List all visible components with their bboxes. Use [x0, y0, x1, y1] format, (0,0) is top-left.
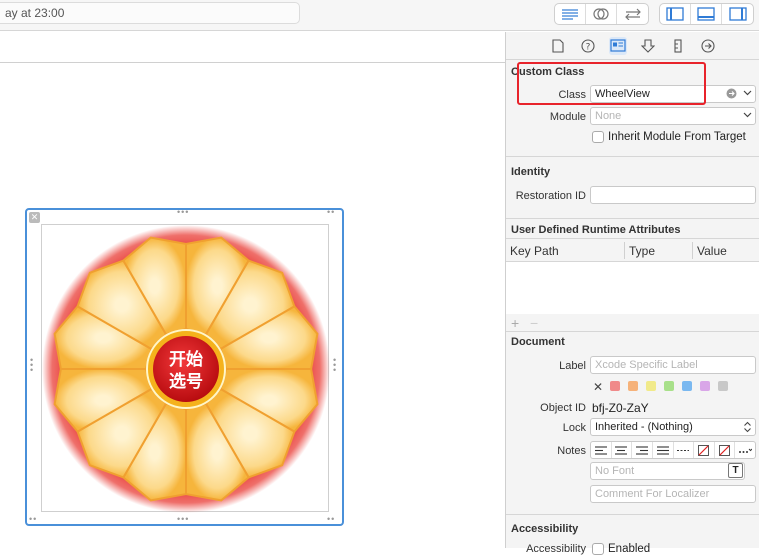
doc-label-field[interactable]: Xcode Specific Label	[590, 356, 756, 374]
doc-label-placeholder: Xcode Specific Label	[595, 359, 698, 371]
lock-value: Inherited - (Nothing)	[595, 421, 693, 433]
notes-format-bar	[590, 441, 756, 459]
editor-mode-control	[554, 3, 649, 25]
section-divider	[506, 331, 759, 332]
lock-label: Lock	[562, 422, 586, 434]
inherit-module-checkbox[interactable]	[592, 131, 604, 143]
accessibility-enabled-label: Enabled	[608, 543, 651, 555]
help-icon[interactable]: ?	[579, 37, 597, 55]
selected-view-frame[interactable]: ✕ ••• ••• •• •• •• • • • • • • 开始 选号	[25, 207, 344, 526]
navigator-toggle-icon[interactable]	[660, 4, 691, 24]
comment-field[interactable]: Comment For Localizer	[590, 485, 756, 503]
align-justify-icon[interactable]	[653, 442, 674, 458]
column-key-path[interactable]: Key Path	[510, 244, 559, 258]
accessibility-label: Accessibility	[526, 543, 586, 555]
notes-label: Notes	[557, 445, 586, 457]
runtime-attributes-title: User Defined Runtime Attributes	[511, 224, 681, 236]
resize-handle-top[interactable]: •••	[177, 207, 189, 217]
accessibility-enabled-checkbox[interactable]	[592, 543, 604, 555]
restoration-id-label: Restoration ID	[515, 190, 586, 202]
view-toggle-control	[659, 3, 754, 25]
version-editor-icon[interactable]	[617, 4, 648, 24]
resize-handle-right[interactable]: • • •	[333, 356, 337, 375]
canvas-divider	[0, 62, 505, 63]
debug-area-toggle-icon[interactable]	[691, 4, 722, 24]
utilities-toggle-icon[interactable]	[722, 4, 753, 24]
inherit-module-label: Inherit Module From Target	[608, 131, 746, 143]
color-label-swatch[interactable]	[628, 381, 638, 391]
connections-icon[interactable]	[699, 37, 717, 55]
wheel-image: 开始 选号	[42, 225, 330, 513]
column-type[interactable]: Type	[629, 244, 655, 258]
start-button-label-2: 选号	[169, 372, 203, 392]
more-options-icon[interactable]	[735, 442, 755, 458]
close-icon[interactable]: ✕	[29, 212, 40, 223]
document-title: Document	[511, 336, 565, 348]
color-label-swatch[interactable]	[646, 381, 656, 391]
runtime-attributes-table[interactable]	[506, 262, 759, 314]
identity-inspector: ? Custom Class Class WheelView Module No…	[505, 32, 759, 555]
resize-handle-top-right[interactable]: ••	[327, 207, 335, 217]
status-text: ay at 23:00	[5, 6, 65, 20]
module-label: Module	[549, 111, 586, 123]
resize-handle-bottom-right[interactable]: ••	[327, 514, 335, 524]
color-label-swatch[interactable]	[718, 381, 728, 391]
add-attribute-button[interactable]: +	[511, 315, 519, 331]
file-icon[interactable]	[549, 37, 567, 55]
object-id-value: bfj-Z0-ZaY	[592, 401, 649, 415]
assistant-editor-icon[interactable]	[586, 4, 617, 24]
resize-handle-left[interactable]: • • •	[30, 356, 34, 375]
comment-placeholder: Comment For Localizer	[595, 488, 710, 500]
column-value[interactable]: Value	[697, 244, 727, 258]
section-divider	[506, 218, 759, 219]
color-label-swatch[interactable]	[682, 381, 692, 391]
activity-status-field: ay at 23:00	[0, 2, 300, 24]
restoration-id-field[interactable]	[590, 186, 756, 204]
identity-title: Identity	[511, 166, 551, 178]
lock-select[interactable]: Inherited - (Nothing)	[590, 418, 756, 436]
column-separator	[692, 242, 693, 259]
chevron-down-icon[interactable]	[743, 88, 752, 99]
annotation-highlight-box	[517, 62, 706, 105]
remove-attribute-button[interactable]: −	[530, 315, 538, 331]
align-natural-icon[interactable]	[674, 442, 695, 458]
runtime-attributes-header: Key Path Type Value	[506, 238, 759, 262]
size-icon[interactable]	[669, 37, 687, 55]
text-color-icon[interactable]	[694, 442, 715, 458]
attributes-icon[interactable]	[639, 37, 657, 55]
accessibility-title: Accessibility	[511, 523, 579, 535]
column-separator	[624, 242, 625, 259]
align-right-icon[interactable]	[632, 442, 653, 458]
svg-text:?: ?	[586, 42, 591, 52]
identity-icon[interactable]	[609, 36, 627, 55]
color-label-swatch[interactable]	[664, 381, 674, 391]
clear-color-icon[interactable]: ✕	[593, 380, 603, 394]
standard-editor-icon[interactable]	[555, 4, 586, 24]
resize-handle-bottom-left[interactable]: ••	[29, 514, 37, 524]
color-label-swatch[interactable]	[700, 381, 710, 391]
window-toolbar: ay at 23:00	[0, 0, 759, 31]
resize-handle-bottom[interactable]: •••	[177, 514, 189, 524]
font-picker-icon[interactable]: T	[728, 463, 743, 478]
chevron-down-icon[interactable]	[743, 110, 752, 121]
align-left-icon[interactable]	[591, 442, 612, 458]
doc-label-label: Label	[559, 360, 586, 372]
object-id-label: Object ID	[540, 402, 586, 414]
section-divider	[506, 514, 759, 515]
inspector-tabs: ?	[506, 32, 759, 60]
background-color-icon[interactable]	[715, 442, 736, 458]
module-placeholder: None	[595, 110, 622, 122]
align-center-icon[interactable]	[612, 442, 633, 458]
color-label-swatch[interactable]	[610, 381, 620, 391]
font-field[interactable]: No Font	[590, 462, 745, 480]
start-button-label-1: 开始	[169, 349, 203, 370]
chevron-updown-icon[interactable]	[743, 421, 752, 435]
font-placeholder: No Font	[595, 465, 635, 477]
wheel-view[interactable]: 开始 选号	[41, 224, 330, 513]
jump-arrow-icon[interactable]	[726, 88, 737, 102]
module-field[interactable]: None	[590, 107, 756, 125]
section-divider	[506, 156, 759, 157]
